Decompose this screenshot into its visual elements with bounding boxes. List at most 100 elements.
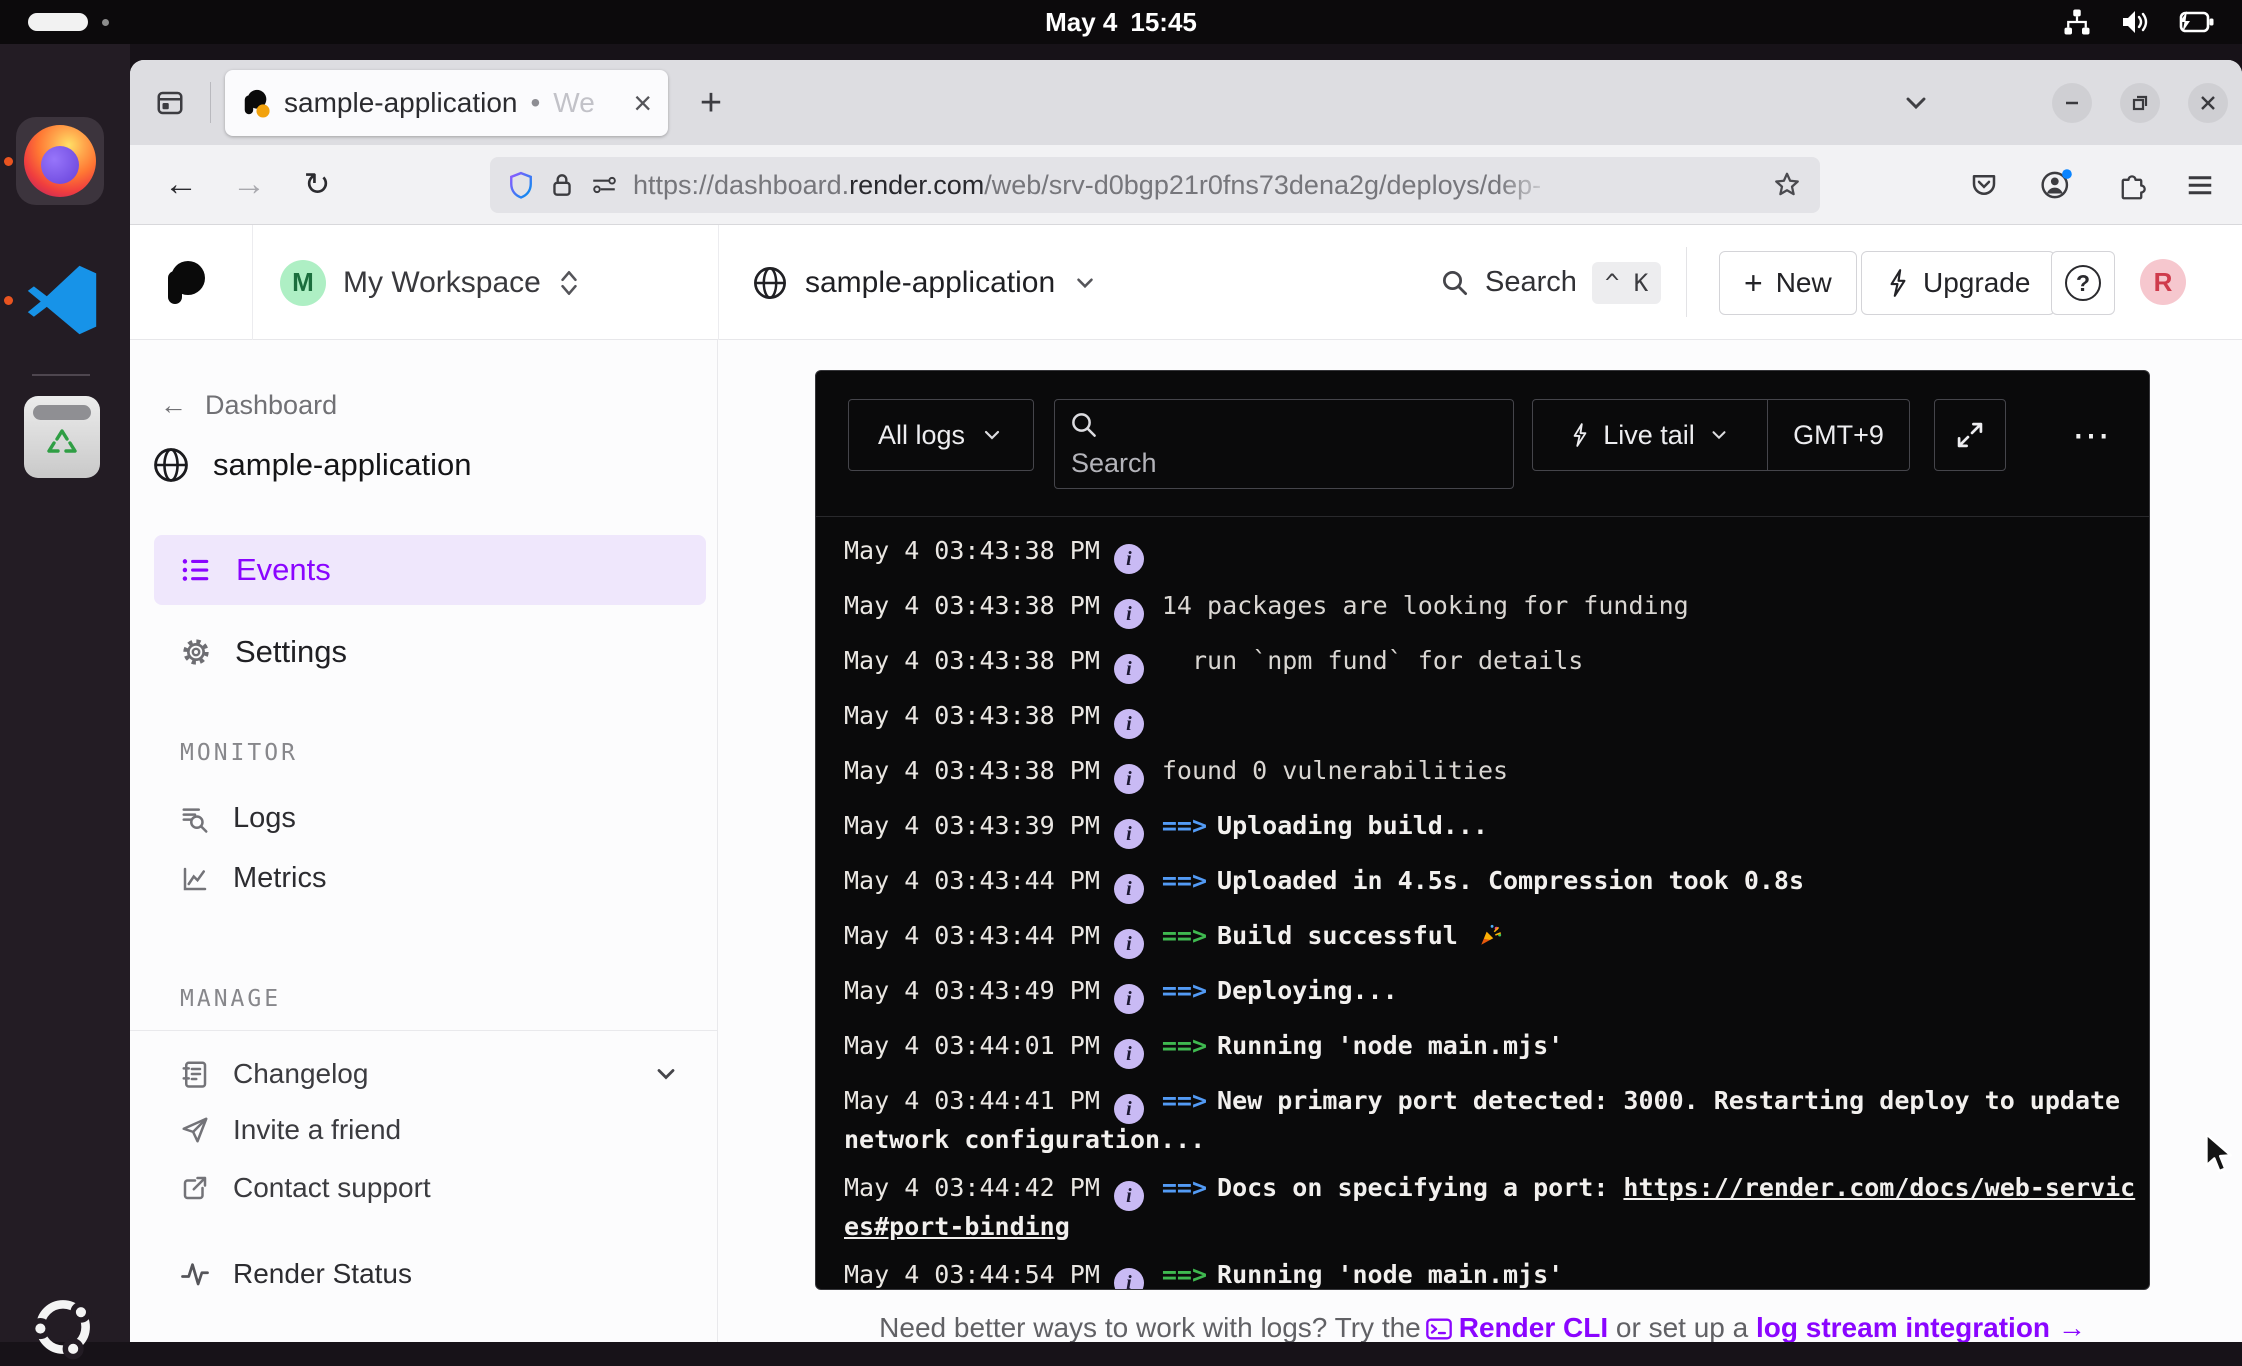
expand-icon xyxy=(1955,420,1985,450)
network-icon[interactable] xyxy=(2062,7,2092,37)
forward-button[interactable]: → xyxy=(226,161,272,207)
chevron-up-down-icon xyxy=(558,268,580,298)
extensions-button[interactable] xyxy=(2110,163,2154,207)
bookmark-star-icon[interactable] xyxy=(1772,170,1802,200)
service-picker[interactable]: sample-application xyxy=(752,225,1098,340)
system-tray[interactable] xyxy=(2062,0,2216,44)
live-tail-dropdown[interactable]: Live tail xyxy=(1533,400,1767,470)
expand-logs-button[interactable] xyxy=(1934,399,2006,471)
header-divider xyxy=(718,225,719,340)
window-restore-button[interactable] xyxy=(2120,83,2160,123)
sidebar-item-render-status[interactable]: Render Status xyxy=(180,1258,412,1290)
window-close-button[interactable] xyxy=(2188,83,2228,123)
footer-text: or set up a xyxy=(1616,1312,1748,1342)
render-logo[interactable] xyxy=(162,258,208,308)
log-more-menu-button[interactable]: ⋯ xyxy=(2062,399,2122,471)
tracking-shield-icon[interactable] xyxy=(508,170,534,200)
sidebar-item-metrics[interactable]: Metrics xyxy=(180,862,326,895)
window-minimize-button[interactable] xyxy=(2052,83,2092,123)
sidebar-item-logs[interactable]: Logs xyxy=(180,802,296,835)
log-row: May 4 03:44:01 PMi==>Running 'node main.… xyxy=(844,1030,2139,1069)
live-tail-control[interactable]: Live tail GMT+9 xyxy=(1532,399,1910,471)
tab-title-separator: • xyxy=(530,87,540,119)
vscode-running-dot xyxy=(4,296,13,305)
workspace-picker[interactable]: M My Workspace xyxy=(280,225,580,340)
sidebar-service-name[interactable]: sample-application xyxy=(152,446,471,484)
info-icon: i xyxy=(1114,709,1144,739)
tab-close-button[interactable]: × xyxy=(633,87,652,119)
account-button[interactable] xyxy=(2034,163,2078,207)
dock-vscode-button[interactable] xyxy=(24,262,100,338)
system-clock[interactable]: May 4 15:45 xyxy=(0,0,2242,44)
sidebar-item-changelog[interactable]: Changelog xyxy=(180,1058,680,1090)
active-tab[interactable]: sample-application • We × xyxy=(225,70,668,136)
sidebar-item-invite[interactable]: Invite a friend xyxy=(180,1114,401,1146)
log-search-input[interactable] xyxy=(1069,447,1489,480)
log-toolbar: All logs Live tail GMT+9 xyxy=(816,371,2149,517)
globe-icon xyxy=(152,446,190,484)
url-bar[interactable]: https://dashboard.render.com/web/srv-d0b… xyxy=(490,157,1820,213)
log-arrow: ==> xyxy=(1162,1086,1207,1115)
sidebar-item-events[interactable]: Events xyxy=(154,535,706,605)
lock-icon[interactable] xyxy=(549,171,575,199)
log-timestamp: May 4 03:43:38 PM xyxy=(844,756,1100,785)
info-icon: i xyxy=(1114,654,1144,684)
sidebar-item-contact-support[interactable]: Contact support xyxy=(180,1172,431,1204)
new-button[interactable]: + New xyxy=(1719,251,1857,315)
log-filter-dropdown[interactable]: All logs xyxy=(848,399,1034,471)
help-button[interactable]: ? xyxy=(2051,251,2115,315)
sidebar-back-to-dashboard[interactable]: ← Dashboard xyxy=(160,390,337,421)
dock-firefox-button[interactable] xyxy=(16,117,104,205)
clock-date: May 4 xyxy=(1045,7,1117,38)
log-stream-integration-link[interactable]: log stream integration xyxy=(1756,1312,2050,1342)
status-pulse-icon xyxy=(180,1259,210,1289)
gear-icon xyxy=(180,636,212,668)
sidebar-section-monitor: MONITOR xyxy=(180,740,298,766)
ubuntu-logo-icon[interactable] xyxy=(24,1288,102,1366)
timezone-button[interactable]: GMT+9 xyxy=(1768,400,1909,470)
logs-footer-hint: Need better ways to work with logs? Try … xyxy=(815,1312,2150,1342)
reload-button[interactable]: ↻ xyxy=(294,161,340,207)
log-row: May 4 03:43:44 PMi==>Build successful xyxy=(844,920,2139,959)
search-label: Search xyxy=(1485,266,1577,299)
info-icon: i xyxy=(1114,1268,1144,1289)
log-arrow: ==> xyxy=(1162,921,1207,950)
footer-arrow: → xyxy=(2058,1312,2086,1342)
log-output[interactable]: May 4 03:43:38 PMiMay 4 03:43:38 PMi14 p… xyxy=(816,517,2149,1289)
battery-charging-icon[interactable] xyxy=(2176,8,2216,36)
log-arrow: ==> xyxy=(1162,1260,1207,1289)
footer-text: Need better ways to work with logs? Try … xyxy=(879,1312,1421,1342)
global-search-button[interactable]: Search ^ K xyxy=(1440,225,1661,340)
dock-divider xyxy=(32,374,90,376)
paper-plane-icon xyxy=(180,1115,210,1145)
upgrade-button[interactable]: Upgrade xyxy=(1861,251,2055,315)
tab-list-chevron-icon[interactable] xyxy=(1900,87,1932,119)
render-cli-link[interactable]: Render CLI xyxy=(1459,1312,1608,1342)
log-arrow: ==> xyxy=(1162,1031,1207,1060)
log-timestamp: May 4 03:43:38 PM xyxy=(844,591,1100,620)
url-domain: render.com xyxy=(849,170,984,200)
volume-icon[interactable] xyxy=(2118,6,2150,38)
sidebar-item-settings[interactable]: Settings xyxy=(180,634,347,670)
log-timestamp: May 4 03:43:44 PM xyxy=(844,921,1100,950)
firefox-view-button[interactable] xyxy=(146,79,194,127)
tab-strip: sample-application • We × + xyxy=(130,60,2242,145)
mouse-cursor xyxy=(2200,1131,2238,1175)
app-header: M My Workspace sample-application Search… xyxy=(130,225,2242,340)
log-timestamp: May 4 03:44:41 PM xyxy=(844,1086,1100,1115)
menu-button[interactable] xyxy=(2178,163,2222,207)
hamburger-icon xyxy=(2185,170,2215,200)
permissions-icon[interactable] xyxy=(590,173,618,197)
log-row: May 4 03:43:39 PMi==>Uploading build... xyxy=(844,810,2139,849)
account-icon xyxy=(2039,168,2073,202)
sidebar-item-metrics-label: Metrics xyxy=(233,862,326,895)
new-tab-button[interactable]: + xyxy=(688,80,734,126)
back-button[interactable]: ← xyxy=(158,161,204,207)
pocket-button[interactable] xyxy=(1962,163,2006,207)
user-avatar[interactable]: R xyxy=(2140,259,2186,305)
dock-trash-button[interactable] xyxy=(24,396,100,478)
search-icon xyxy=(1069,410,1099,440)
log-search-box[interactable] xyxy=(1054,399,1514,489)
log-timestamp: May 4 03:44:54 PM xyxy=(844,1260,1100,1289)
url-text[interactable]: https://dashboard.render.com/web/srv-d0b… xyxy=(633,170,1568,201)
